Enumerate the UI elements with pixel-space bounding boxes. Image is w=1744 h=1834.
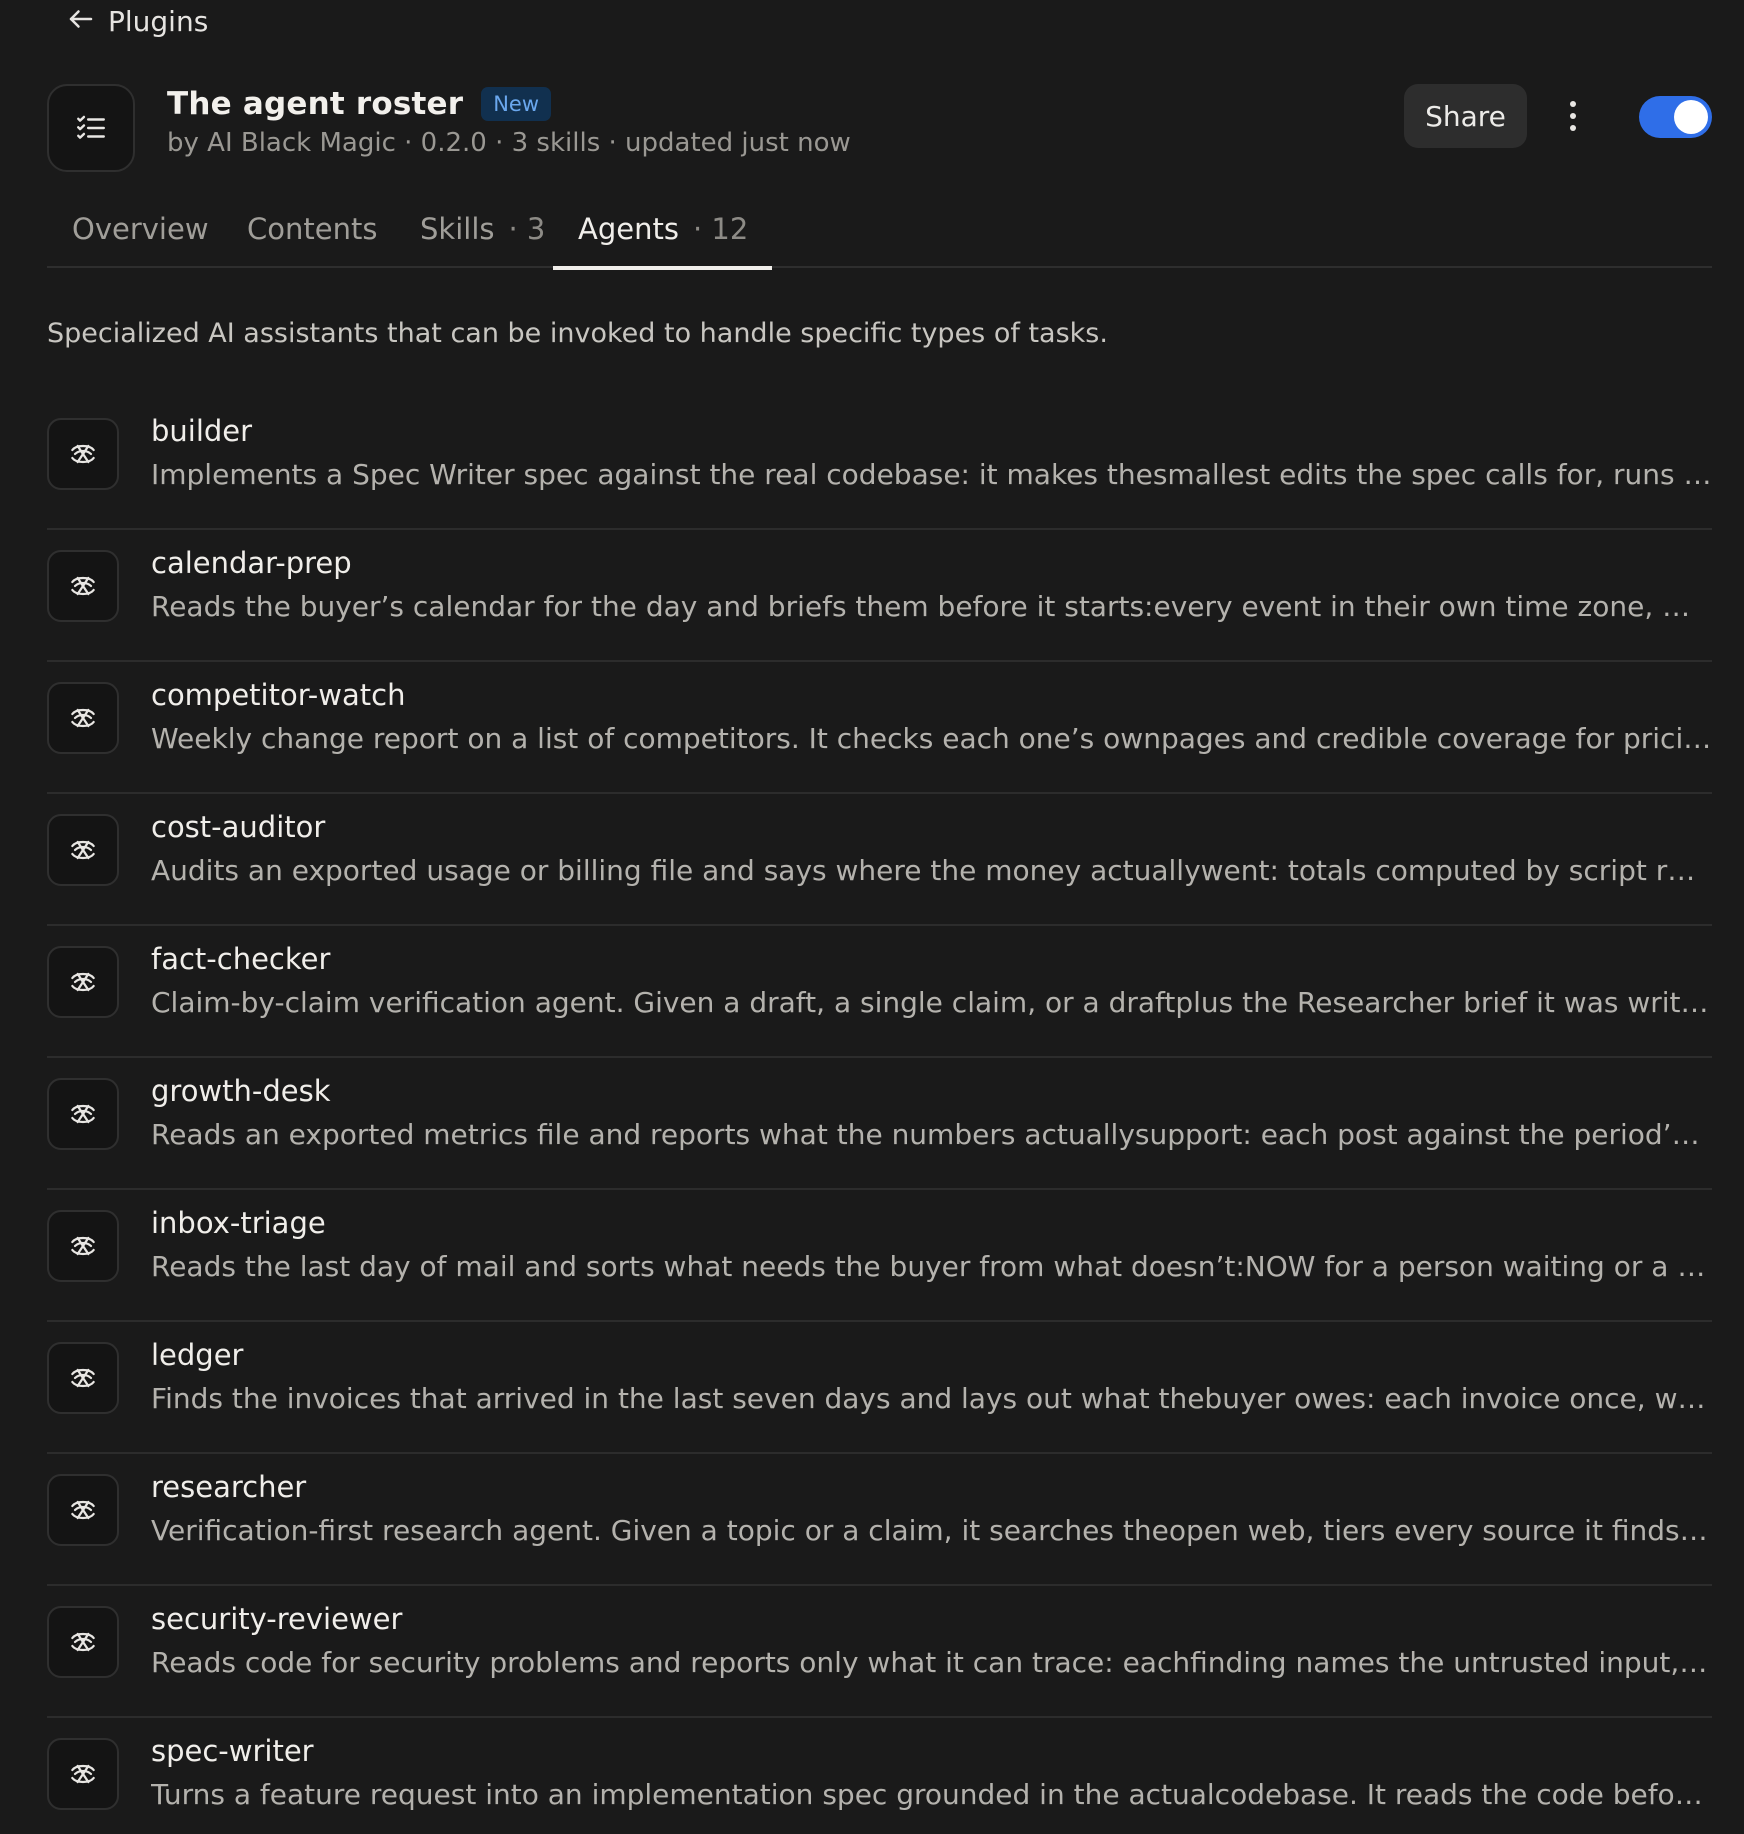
agent-icon: [47, 946, 119, 1018]
agent-icon: [47, 1342, 119, 1414]
agent-row[interactable]: spec-writer Turns a feature request into …: [47, 1718, 1712, 1834]
arrow-left-icon: [66, 4, 96, 38]
agent-icon: [47, 1474, 119, 1546]
agent-description: Reads an exported metrics file and repor…: [151, 1118, 1712, 1151]
agent-name: spec-writer: [151, 1734, 314, 1768]
agent-icon: [47, 1738, 119, 1810]
agent-list: builder Implements a Spec Writer spec aga…: [47, 398, 1712, 1834]
agent-description: Implements a Spec Writer spec against th…: [151, 458, 1712, 491]
agent-name: growth-desk: [151, 1074, 331, 1108]
agent-name: researcher: [151, 1470, 307, 1504]
agent-row[interactable]: researcher Verification-first research ag…: [47, 1454, 1712, 1586]
agent-description: Reads the last day of mail and sorts wha…: [151, 1250, 1712, 1283]
agent-icon: [47, 1606, 119, 1678]
agent-icon: [47, 1210, 119, 1282]
tab-count: · 12: [692, 212, 749, 246]
agent-name: fact-checker: [151, 942, 331, 976]
tab-agents[interactable]: Agents · 12: [552, 208, 773, 270]
agent-name: ledger: [151, 1338, 244, 1372]
agent-icon: [47, 682, 119, 754]
toggle-knob: [1674, 100, 1708, 134]
tab-skills[interactable]: Skills · 3: [420, 208, 545, 268]
plugin-enabled-toggle[interactable]: [1639, 96, 1712, 138]
tab-label: Skills: [420, 212, 495, 246]
plugin-title: The agent roster: [167, 86, 464, 122]
agent-icon: [47, 1078, 119, 1150]
agent-name: inbox-triage: [151, 1206, 326, 1240]
agent-row[interactable]: inbox-triage Reads the last day of mail a…: [47, 1190, 1712, 1322]
agent-icon: [47, 550, 119, 622]
tab-label: Overview: [72, 212, 209, 246]
agent-row[interactable]: competitor-watch Weekly change report on …: [47, 662, 1712, 794]
tab-overview[interactable]: Overview: [72, 208, 209, 268]
agent-name: calendar-prep: [151, 546, 352, 580]
agent-name: competitor-watch: [151, 678, 406, 712]
agent-name: security-reviewer: [151, 1602, 403, 1636]
agent-icon: [47, 814, 119, 886]
agent-description: Claim-by-claim verification agent. Given…: [151, 986, 1712, 1019]
back-to-plugins-link[interactable]: Plugins: [66, 2, 208, 40]
checklist-icon: [47, 84, 135, 172]
tab-label: Agents: [578, 212, 679, 246]
agent-description: Audits an exported usage or billing file…: [151, 854, 1712, 887]
title-row: The agent roster New: [167, 84, 552, 124]
agent-description: Reads the buyer’s calendar for the day a…: [151, 590, 1712, 623]
agent-row[interactable]: security-reviewer Reads code for security…: [47, 1586, 1712, 1718]
back-label: Plugins: [108, 4, 209, 38]
agent-description: Reads code for security problems and rep…: [151, 1646, 1712, 1679]
agent-description: Turns a feature request into an implemen…: [151, 1778, 1712, 1811]
agent-description: Weekly change report on a list of compet…: [151, 722, 1712, 755]
agent-name: cost-auditor: [151, 810, 326, 844]
agent-description: Finds the invoices that arrived in the l…: [151, 1382, 1712, 1415]
agent-row[interactable]: fact-checker Claim-by-claim verification …: [47, 926, 1712, 1058]
new-badge: New: [481, 87, 552, 121]
more-options-icon[interactable]: [1553, 96, 1593, 136]
agent-name: builder: [151, 414, 253, 448]
tab-label: Contents: [247, 212, 378, 246]
tab-contents[interactable]: Contents: [247, 208, 377, 268]
agent-icon: [47, 418, 119, 490]
agent-row[interactable]: cost-auditor Audits an exported usage or …: [47, 794, 1712, 926]
tab-bar: Overview Contents Skills · 3 Agents · 12: [47, 208, 1712, 270]
share-button[interactable]: Share: [1404, 84, 1527, 148]
agent-row[interactable]: growth-desk Reads an exported metrics fil…: [47, 1058, 1712, 1190]
agents-intro: Specialized AI assistants that can be in…: [47, 318, 1108, 349]
agent-description: Verification-first research agent. Given…: [151, 1514, 1712, 1547]
plugin-detail-page: Plugins The agent roster New by AI Black…: [0, 0, 1744, 1834]
plugin-header: The agent roster New by AI Black Magic ·…: [47, 84, 1712, 172]
agent-row[interactable]: calendar-prep Reads the buyer’s calendar …: [47, 530, 1712, 662]
tab-count: · 3: [508, 212, 546, 246]
agent-row[interactable]: builder Implements a Spec Writer spec aga…: [47, 398, 1712, 530]
plugin-meta: by AI Black Magic · 0.2.0 · 3 skills · u…: [167, 128, 851, 158]
agent-row[interactable]: ledger Finds the invoices that arrived in…: [47, 1322, 1712, 1454]
